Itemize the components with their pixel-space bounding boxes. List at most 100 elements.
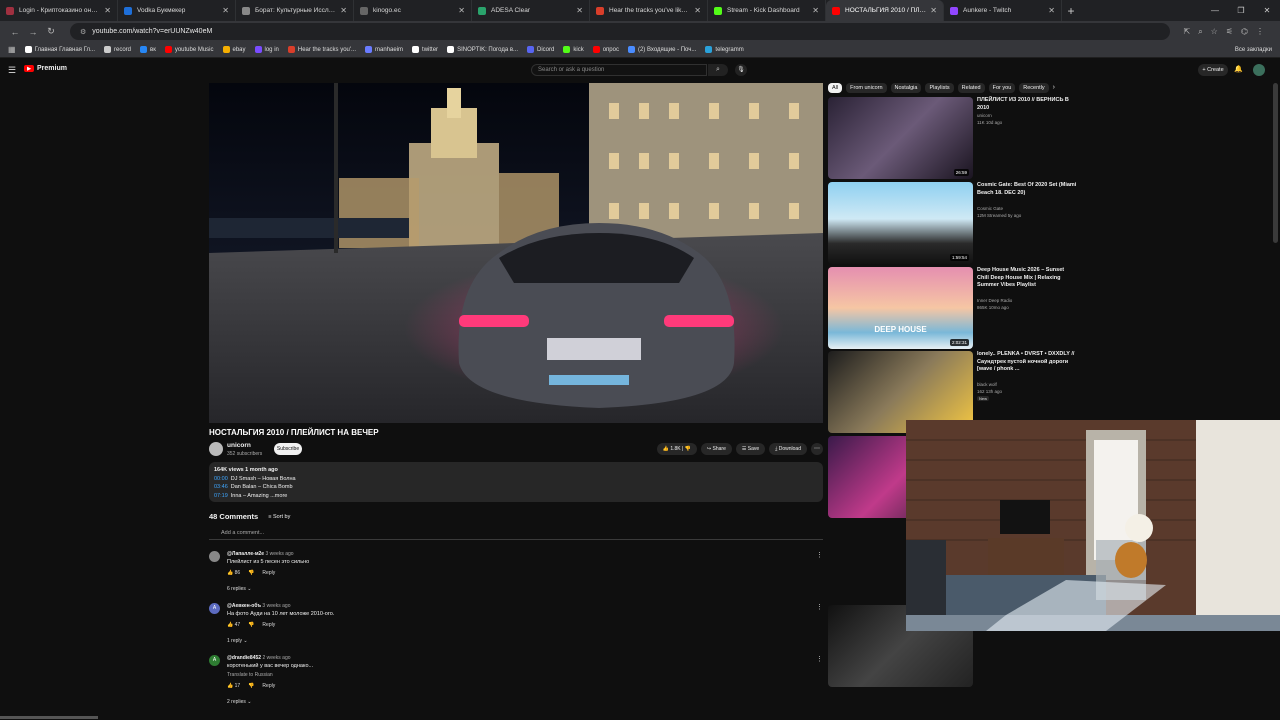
bookmark-item[interactable]: опрос — [592, 46, 619, 53]
timestamp-link[interactable]: 07:19 — [214, 493, 228, 499]
recommendation-title[interactable]: ПЛЕЙЛИСТ ИЗ 2010 // ВЕРНИСЬ В 2010 — [977, 97, 1077, 112]
site-info-icon[interactable]: ⚙ — [80, 28, 86, 36]
account-avatar[interactable] — [1253, 64, 1265, 76]
bookmark-item[interactable]: SINOPTIK: Погода в... — [447, 46, 518, 53]
recommendation-title[interactable]: Cosmic Gate: Best Of 2020 Set (Miami Bea… — [977, 182, 1077, 197]
browser-tab[interactable]: Hear the tracks you've liked: on...✕ — [590, 0, 708, 21]
thumbs-down-icon[interactable]: 👎 — [685, 446, 691, 452]
zoom-icon[interactable]: ⌕ — [1198, 27, 1202, 37]
comment-avatar[interactable]: A — [209, 655, 220, 666]
minimize-icon[interactable]: — — [1202, 6, 1228, 15]
comment-menu-icon[interactable]: ⋮ — [816, 551, 823, 559]
description-box[interactable]: 164K views 1 month ago 00:00 DJ Smash – Н… — [209, 462, 823, 502]
comment-reply-button[interactable]: Reply — [262, 683, 275, 689]
save-button[interactable]: ☰ Save — [735, 443, 766, 455]
browser-tab[interactable]: Login - Криптоказино онлайн ✕ — [0, 0, 118, 21]
back-icon[interactable]: ← — [6, 27, 24, 37]
browser-tab[interactable]: Борат: Культурные Исследова... ✕ — [236, 0, 354, 21]
filter-chip[interactable]: Recently — [1019, 83, 1049, 93]
filter-chip[interactable]: Nostalgia — [890, 83, 922, 93]
recommendation-title[interactable]: Deep House Music 2026 – Sunset Chill Dee… — [977, 267, 1077, 290]
download-button[interactable]: ⤓ Download — [769, 443, 807, 455]
subscribe-button[interactable]: Subscribe — [274, 443, 302, 455]
close-window-icon[interactable]: ✕ — [1254, 6, 1280, 15]
add-comment-input[interactable]: Add a comment... — [209, 530, 823, 540]
translate-link[interactable]: Translate to Russian — [227, 672, 273, 678]
new-tab-button[interactable]: + — [1062, 4, 1080, 18]
close-tab-icon[interactable]: ✕ — [694, 6, 701, 15]
view-replies-button[interactable]: 2 replies ⌄ — [227, 699, 252, 705]
hamburger-menu-icon[interactable]: ☰ — [8, 65, 16, 76]
comment-like-button[interactable]: 👍 86 — [227, 570, 240, 576]
create-button[interactable]: + Create — [1198, 64, 1228, 76]
recommendation-thumbnail[interactable]: DEEP HOUSE 2:02:31 — [828, 267, 973, 349]
apps-icon[interactable]: ▦ — [8, 45, 16, 54]
browser-tab[interactable]: Vodka Букмекер ✕ — [118, 0, 236, 21]
more-actions-icon[interactable]: ⋯ — [811, 443, 823, 455]
extensions-icon[interactable]: ⚟ — [1226, 27, 1233, 37]
filter-chip[interactable]: For you — [988, 83, 1016, 93]
channel-name[interactable]: unicorn — [227, 442, 251, 449]
sort-by-button[interactable]: ≡ Sort by — [268, 514, 290, 520]
more-link[interactable]: ...more — [270, 493, 287, 499]
comment-author[interactable]: @Аевкен-объ — [227, 603, 261, 609]
star-icon[interactable]: ☆ — [1211, 27, 1218, 37]
menu-icon[interactable]: ⋮ — [1256, 27, 1264, 37]
profile-icon[interactable]: ⌬ — [1241, 27, 1248, 37]
scrollbar-thumb[interactable] — [0, 716, 98, 719]
browser-tab[interactable]: Stream - Kick Dashboard ✕ — [708, 0, 826, 21]
like-button[interactable]: 👍 1.8K | 👎 — [656, 443, 697, 455]
comment-dislike-icon[interactable]: 👎 — [248, 683, 254, 689]
channel-avatar[interactable] — [209, 442, 223, 456]
comment-avatar[interactable] — [209, 551, 220, 562]
comment-like-button[interactable]: 👍 47 — [227, 622, 240, 628]
bookmark-item[interactable]: twitter — [412, 46, 438, 53]
browser-tab[interactable]: Aunkere - Twitch ✕ — [944, 0, 1062, 21]
filter-chip[interactable]: Related — [957, 83, 985, 93]
recommendation-thumbnail[interactable]: 1:59:54 — [828, 182, 973, 264]
browser-tab[interactable]: kinogo.ec ✕ — [354, 0, 472, 21]
search-input[interactable]: Search or ask a question — [531, 64, 707, 76]
view-replies-button[interactable]: 1 reply ⌄ — [227, 638, 248, 644]
timestamp-link[interactable]: 00:00 — [214, 476, 228, 482]
filter-chip[interactable]: From unicorn — [846, 83, 887, 93]
close-tab-icon[interactable]: ✕ — [930, 6, 937, 15]
chevron-right-icon[interactable]: › — [1053, 83, 1055, 93]
bookmark-item[interactable]: ebay — [222, 46, 246, 53]
recommendation-channel[interactable]: Cosmic Gate — [977, 206, 1003, 211]
share-button[interactable]: ↪ Share — [700, 443, 732, 455]
search-icon[interactable]: ⌕ — [708, 64, 728, 76]
recommendation-channel[interactable]: black wolf — [977, 382, 997, 387]
comment-avatar[interactable]: A — [209, 603, 220, 614]
comment-author[interactable]: @drandie8452 — [227, 655, 261, 661]
browser-tab[interactable]: ADESA Clear ✕ — [472, 0, 590, 21]
comment-dislike-icon[interactable]: 👎 — [248, 622, 254, 628]
all-bookmarks-button[interactable]: Все закладки — [1235, 47, 1272, 53]
close-tab-icon[interactable]: ✕ — [1048, 6, 1055, 15]
horizontal-scrollbar[interactable] — [0, 715, 1280, 720]
close-tab-icon[interactable]: ✕ — [812, 6, 819, 15]
filter-chip[interactable]: All — [828, 83, 843, 93]
bookmark-item[interactable]: youtube Music — [164, 46, 214, 53]
reload-icon[interactable]: ↻ — [42, 26, 60, 37]
comment-reply-button[interactable]: Reply — [262, 622, 275, 628]
comment-author[interactable]: @Лапалле-м2е — [227, 551, 264, 557]
bookmark-item[interactable]: Dicord — [527, 46, 554, 53]
youtube-logo[interactable]: ▶ Premium — [24, 65, 67, 72]
url-input[interactable]: ⚙ youtube.com/watch?v=erUUNZw40eM — [70, 23, 1170, 40]
close-tab-icon[interactable]: ✕ — [222, 6, 229, 15]
recommendation-title[interactable]: lonely.. PLENKA • DVRST • DXXDLY // Саун… — [977, 351, 1077, 374]
comment-reply-button[interactable]: Reply — [262, 570, 275, 576]
close-tab-icon[interactable]: ✕ — [104, 6, 111, 15]
forward-icon[interactable]: → — [24, 27, 42, 37]
recommendation-item[interactable]: 26:59 ПЛЕЙЛИСТ ИЗ 2010 // ВЕРНИСЬ В 2010 u… — [828, 97, 1078, 179]
notifications-bell-icon[interactable]: 🔔 — [1234, 65, 1243, 73]
maximize-icon[interactable]: ❐ — [1228, 6, 1254, 15]
sidebar-scrollbar[interactable] — [1273, 83, 1278, 243]
bookmark-item[interactable]: Главная Главная Гл... — [24, 46, 95, 53]
recommendation-channel[interactable]: Inner Deep Radio — [977, 298, 1012, 303]
bookmark-item[interactable]: telegramm — [705, 46, 744, 53]
comment-menu-icon[interactable]: ⋮ — [816, 655, 823, 663]
recommendation-channel[interactable]: unicorn — [977, 113, 992, 118]
recommendation-thumbnail[interactable]: 26:59 — [828, 97, 973, 179]
